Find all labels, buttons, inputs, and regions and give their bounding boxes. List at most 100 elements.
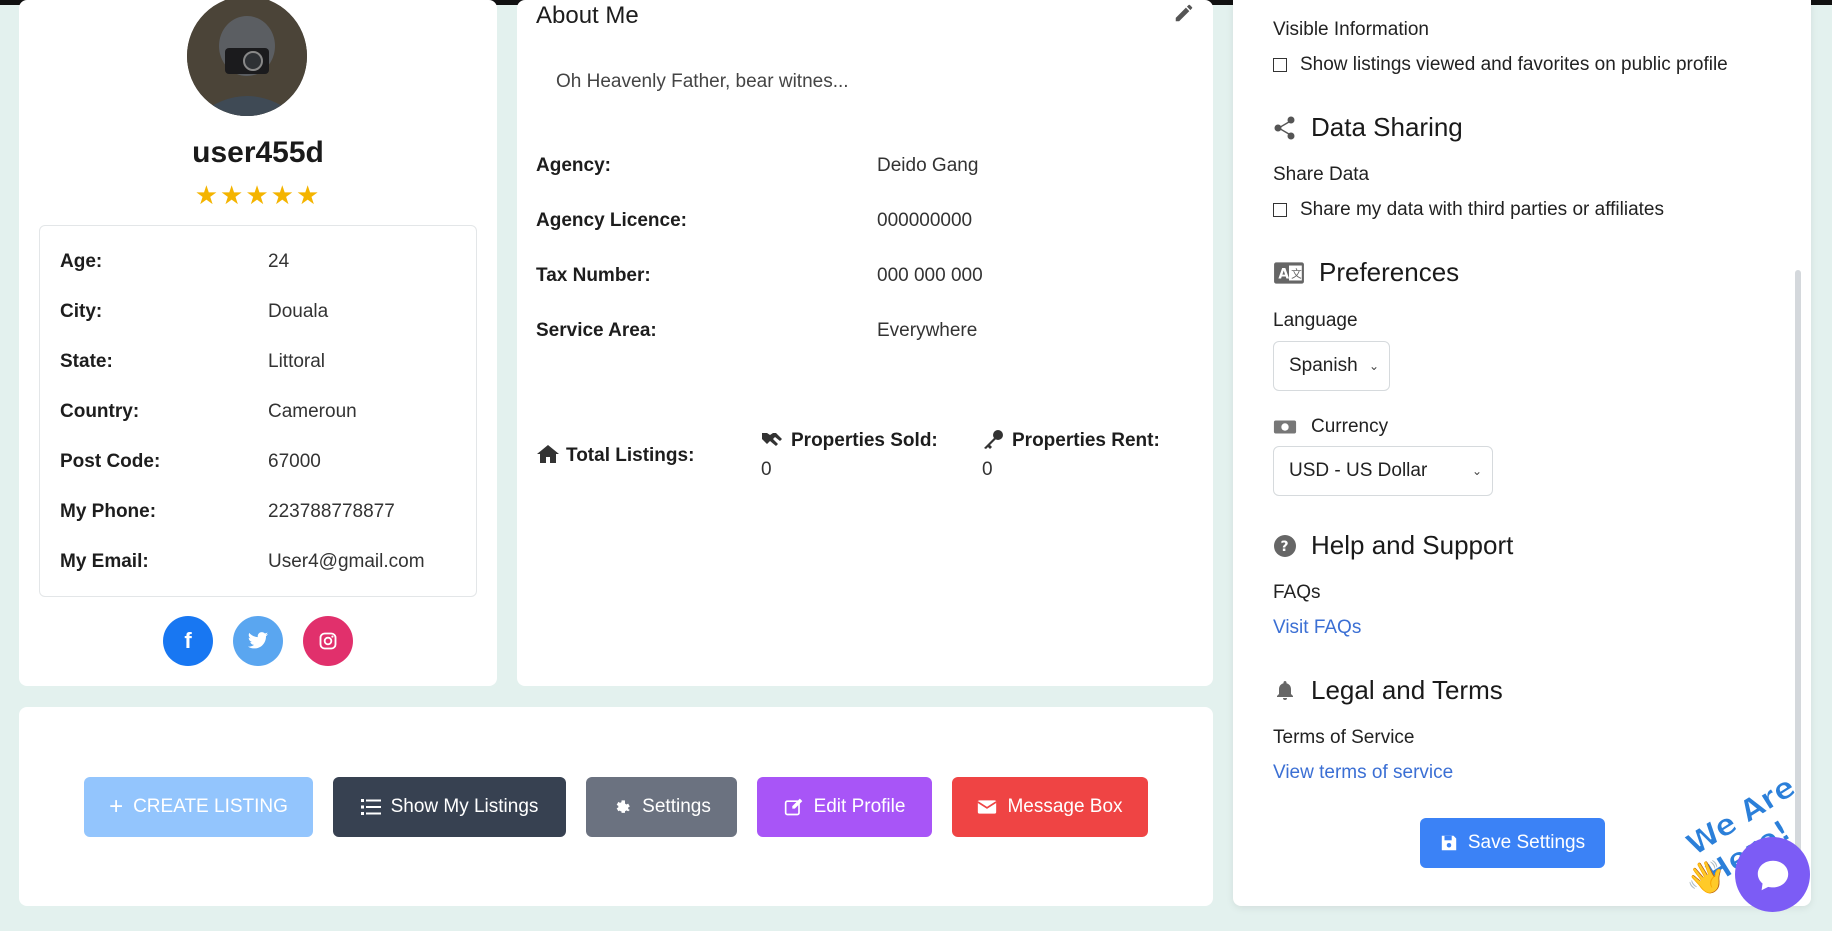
language-value: Spanish (1289, 355, 1358, 376)
about-label: Agency Licence: (536, 210, 687, 231)
help-title: Help and Support (1311, 530, 1514, 560)
info-value: 67000 (268, 451, 321, 472)
data-sharing-heading: Data Sharing (1273, 112, 1463, 143)
share-icon (1274, 116, 1295, 139)
info-label: My Phone: (60, 501, 157, 522)
visible-info-label: Visible Information (1273, 19, 1429, 40)
info-value: User4@gmail.com (268, 551, 425, 572)
share-data-check-label: Share my data with third parties or affi… (1300, 199, 1664, 220)
info-row-post-code: Post Code: 67000 (60, 451, 470, 479)
info-row-phone: My Phone: 223788778877 (60, 501, 470, 529)
view-terms-link[interactable]: View terms of service (1273, 762, 1453, 784)
twitter-button[interactable] (233, 616, 283, 666)
info-value: 223788778877 (268, 501, 395, 522)
visit-faqs-link[interactable]: Visit FAQs (1273, 617, 1361, 639)
properties-sold-stat: Properties Sold: 0 (761, 429, 938, 480)
about-value: Everywhere (877, 320, 978, 341)
profile-info-box: Age: 24 City: Douala State: Littoral Cou… (39, 225, 477, 597)
visible-info-checkbox-row[interactable]: Show listings viewed and favorites on pu… (1273, 54, 1728, 76)
info-label: State: (60, 351, 113, 372)
share-data-label: Share Data (1273, 164, 1370, 185)
chevron-down-icon: ⌄ (1471, 464, 1482, 478)
about-value: 000000000 (877, 210, 973, 231)
message-box-button[interactable]: Message Box (952, 777, 1148, 837)
about-title: About Me (536, 2, 639, 29)
currency-value: USD - US Dollar (1289, 460, 1428, 481)
about-label: Tax Number: (536, 265, 651, 286)
username: user455d (192, 136, 324, 169)
info-label: My Email: (60, 551, 149, 572)
properties-rent-value: 0 (982, 459, 993, 480)
help-heading: ? Help and Support (1273, 530, 1513, 561)
question-circle-icon: ? (1274, 534, 1296, 557)
settings-label: Settings (642, 796, 711, 817)
gear-icon (616, 800, 631, 813)
save-settings-button[interactable]: Save Settings (1420, 818, 1605, 868)
currency-label: Currency (1311, 416, 1389, 437)
total-listings-stat: Total Listings: (536, 444, 694, 467)
handshake-icon (762, 433, 782, 446)
legal-title: Legal and Terms (1311, 675, 1503, 705)
instagram-button[interactable] (303, 616, 353, 666)
info-label: Age: (60, 251, 103, 272)
currency-select[interactable]: USD - US Dollar ⌄ (1273, 446, 1493, 496)
info-value: Cameroun (268, 401, 357, 422)
chat-bubble-icon (1757, 860, 1788, 890)
instagram-icon (319, 632, 337, 650)
waving-hand-icon: 👋 (1686, 859, 1726, 895)
profile-card: user455d ★★★★★ Age: 24 City: Douala Stat… (19, 0, 497, 686)
bell-icon (1277, 680, 1293, 700)
info-row-age: Age: 24 (60, 251, 470, 279)
properties-rent-stat: Properties Rent: 0 (982, 429, 1160, 480)
pencil-icon[interactable] (1173, 2, 1195, 24)
properties-sold-value: 0 (761, 459, 772, 480)
language-label: Language (1273, 310, 1358, 331)
rating-stars: ★★★★★ (194, 180, 322, 210)
settings-button[interactable]: Settings (586, 777, 737, 837)
settings-card: Visible Information Show listings viewed… (1233, 0, 1811, 906)
total-listings-label: Total Listings: (566, 445, 695, 466)
key-icon (984, 430, 1003, 449)
message-box-label: Message Box (1007, 796, 1123, 817)
save-settings-label: Save Settings (1467, 832, 1586, 853)
chevron-down-icon: ⌄ (1368, 359, 1379, 373)
about-value: Deido Gang (877, 155, 979, 176)
info-value: Littoral (268, 351, 326, 372)
info-value: 24 (268, 251, 290, 272)
plus-icon: + (109, 793, 124, 820)
twitter-icon (247, 632, 269, 649)
edit-profile-button[interactable]: Edit Profile (757, 777, 932, 837)
properties-sold-label: Properties Sold: (791, 430, 938, 451)
info-row-email: My Email: User4@gmail.com (60, 551, 470, 579)
home-icon (537, 445, 559, 463)
currency-label-row: Currency (1273, 416, 1388, 438)
money-icon (1273, 420, 1297, 434)
edit-profile-label: Edit Profile (813, 796, 906, 817)
show-my-listings-label: Show My Listings (390, 796, 539, 817)
terms-label: Terms of Service (1273, 727, 1415, 748)
create-listing-button[interactable]: + CREATE LISTING (84, 777, 313, 837)
edit-icon (784, 798, 802, 816)
checkbox[interactable] (1273, 203, 1287, 217)
about-text: Oh Heavenly Father, bear witnes... (556, 71, 849, 92)
svg-text:文: 文 (1291, 267, 1302, 280)
about-label: Agency: (536, 155, 611, 176)
list-icon (360, 799, 381, 815)
create-listing-label: CREATE LISTING (133, 796, 288, 817)
info-row-city: City: Douala (60, 301, 470, 329)
avatar[interactable] (187, 0, 307, 116)
chat-button[interactable] (1735, 837, 1810, 912)
visible-info-check-label: Show listings viewed and favorites on pu… (1300, 54, 1728, 75)
info-row-country: Country: Cameroun (60, 401, 470, 429)
svg-text:?: ? (1281, 539, 1289, 555)
show-my-listings-button[interactable]: Show My Listings (333, 777, 566, 837)
properties-rent-label: Properties Rent: (1012, 430, 1160, 451)
preferences-heading: A 文 Preferences (1273, 257, 1459, 288)
about-value: 000 000 000 (877, 265, 983, 286)
facebook-button[interactable]: f (163, 616, 213, 666)
checkbox[interactable] (1273, 58, 1287, 72)
envelope-icon (977, 800, 998, 814)
share-data-checkbox-row[interactable]: Share my data with third parties or affi… (1273, 199, 1664, 221)
info-label: Country: (60, 401, 140, 422)
language-select[interactable]: Spanish ⌄ (1273, 341, 1390, 391)
